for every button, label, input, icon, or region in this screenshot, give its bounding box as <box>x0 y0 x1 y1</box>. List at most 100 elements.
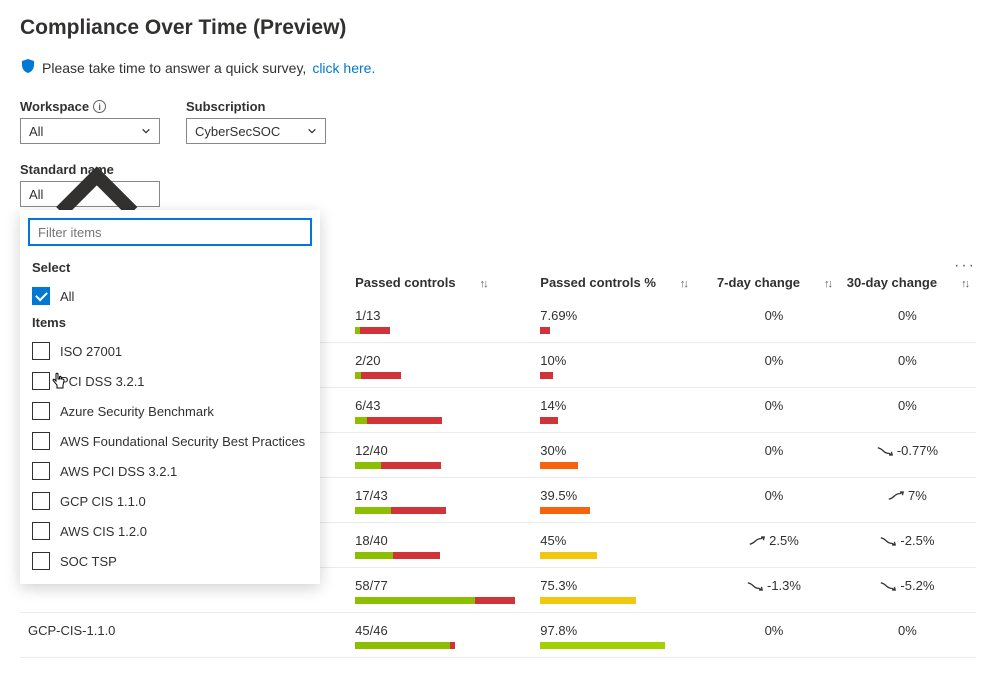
passed-bar <box>355 462 528 469</box>
standard-item-label: AWS CIS 1.2.0 <box>60 524 147 539</box>
chevron-down-icon <box>307 126 317 136</box>
passed-bar <box>355 372 528 379</box>
standard-item-label: ISO 27001 <box>60 344 122 359</box>
checkbox[interactable] <box>32 432 50 450</box>
passed-bar <box>355 417 528 424</box>
checkbox[interactable] <box>32 552 50 570</box>
standard-item[interactable]: Azure Security Benchmark <box>20 396 320 426</box>
row-passed: 17/43 <box>349 478 534 523</box>
checkbox[interactable] <box>32 492 50 510</box>
checkbox[interactable] <box>32 522 50 540</box>
pct-bar <box>540 462 703 469</box>
row-30d: -0.77% <box>839 433 976 478</box>
row-name: GCP-CIS-1.1.0 <box>20 613 349 658</box>
standard-item-label: Azure Security Benchmark <box>60 404 214 419</box>
standard-item[interactable]: PCI DSS 3.2.1 <box>20 366 320 396</box>
row-30d: 0% <box>839 613 976 658</box>
row-7d: 0% <box>709 478 839 523</box>
select-all-row[interactable]: All <box>20 281 320 311</box>
survey-banner: Please take time to answer a quick surve… <box>20 58 976 77</box>
row-7d: -1.3% <box>709 568 839 613</box>
passed-bar <box>355 507 528 514</box>
row-passed-pct: 97.8% <box>534 613 709 658</box>
row-passed: 6/43 <box>349 388 534 433</box>
standard-item-label: AWS Foundational Security Best Practices <box>60 434 305 449</box>
table-row: GCP-CIS-1.1.045/4697.8%0%0% <box>20 613 976 658</box>
filter-items-input[interactable] <box>28 218 312 246</box>
survey-text: Please take time to answer a quick surve… <box>42 60 306 76</box>
row-7d: 0% <box>709 388 839 433</box>
passed-bar <box>355 642 528 649</box>
row-passed: 1/13 <box>349 298 534 343</box>
row-7d: 0% <box>709 298 839 343</box>
pct-bar <box>540 507 703 514</box>
select-section-label: Select <box>20 256 320 281</box>
standard-item-label: AWS PCI DSS 3.2.1 <box>60 464 177 479</box>
pct-bar <box>540 642 703 649</box>
checkbox[interactable] <box>32 462 50 480</box>
pct-bar <box>540 597 703 604</box>
row-passed-pct: 10% <box>534 343 709 388</box>
chevron-down-icon <box>141 126 151 136</box>
standard-item[interactable]: AWS Foundational Security Best Practices <box>20 426 320 456</box>
row-passed-pct: 39.5% <box>534 478 709 523</box>
standard-item[interactable]: SOC TSP <box>20 546 320 576</box>
row-7d: 2.5% <box>709 523 839 568</box>
row-30d: -5.2% <box>839 568 976 613</box>
pct-bar <box>540 327 703 334</box>
sort-toggle[interactable]: ↑↓ <box>680 278 687 290</box>
passed-bar <box>355 552 528 559</box>
standard-name-dropdown[interactable]: All <box>20 181 160 207</box>
row-passed-pct: 30% <box>534 433 709 478</box>
row-passed: 12/40 <box>349 433 534 478</box>
standard-name-label: Standard name <box>20 162 976 177</box>
items-section-label: Items <box>20 311 320 336</box>
pct-bar <box>540 417 703 424</box>
row-7d: 0% <box>709 343 839 388</box>
passed-bar <box>355 327 528 334</box>
row-30d: 0% <box>839 298 976 343</box>
checkbox[interactable] <box>32 372 50 390</box>
passed-bar <box>355 597 528 604</box>
standard-item[interactable]: AWS CIS 1.2.0 <box>20 516 320 546</box>
info-icon[interactable]: i <box>93 100 106 113</box>
standard-item[interactable]: AWS PCI DSS 3.2.1 <box>20 456 320 486</box>
checkbox[interactable] <box>32 342 50 360</box>
standard-item-label: GCP CIS 1.1.0 <box>60 494 146 509</box>
standard-item-label: SOC TSP <box>60 554 117 569</box>
col-passed[interactable]: Passed controls <box>355 275 455 290</box>
sort-toggle[interactable]: ↑↓ <box>961 278 968 290</box>
subscription-label: Subscription <box>186 99 326 114</box>
subscription-dropdown[interactable]: CyberSecSOC <box>186 118 326 144</box>
row-passed: 2/20 <box>349 343 534 388</box>
shield-icon <box>20 58 36 77</box>
more-options[interactable]: ··· <box>954 257 976 275</box>
row-passed: 58/77 <box>349 568 534 613</box>
row-30d: 0% <box>839 388 976 433</box>
row-30d: 0% <box>839 343 976 388</box>
standard-item[interactable]: ISO 27001 <box>20 336 320 366</box>
col-passed-pct[interactable]: Passed controls % <box>540 275 656 290</box>
row-passed: 18/40 <box>349 523 534 568</box>
row-passed-pct: 14% <box>534 388 709 433</box>
col-30d[interactable]: 30-day change <box>847 275 937 290</box>
col-7d[interactable]: 7-day change <box>717 275 800 290</box>
row-7d: 0% <box>709 433 839 478</box>
pct-bar <box>540 372 703 379</box>
row-passed-pct: 45% <box>534 523 709 568</box>
page-title: Compliance Over Time (Preview) <box>20 16 976 40</box>
sort-toggle[interactable]: ↑↓ <box>480 278 487 290</box>
row-30d: -2.5% <box>839 523 976 568</box>
standard-item[interactable]: GCP CIS 1.1.0 <box>20 486 320 516</box>
row-passed-pct: 7.69% <box>534 298 709 343</box>
row-30d: 7% <box>839 478 976 523</box>
checkbox-all[interactable] <box>32 287 50 305</box>
workspace-label: Workspace i <box>20 99 160 114</box>
pct-bar <box>540 552 703 559</box>
standard-name-panel: Select All Items ISO 27001 PCI DSS 3.2.1 A… <box>20 210 320 584</box>
sort-toggle[interactable]: ↑↓ <box>824 278 831 290</box>
survey-link[interactable]: click here. <box>312 60 375 76</box>
checkbox[interactable] <box>32 402 50 420</box>
row-7d: 0% <box>709 613 839 658</box>
row-passed: 45/46 <box>349 613 534 658</box>
